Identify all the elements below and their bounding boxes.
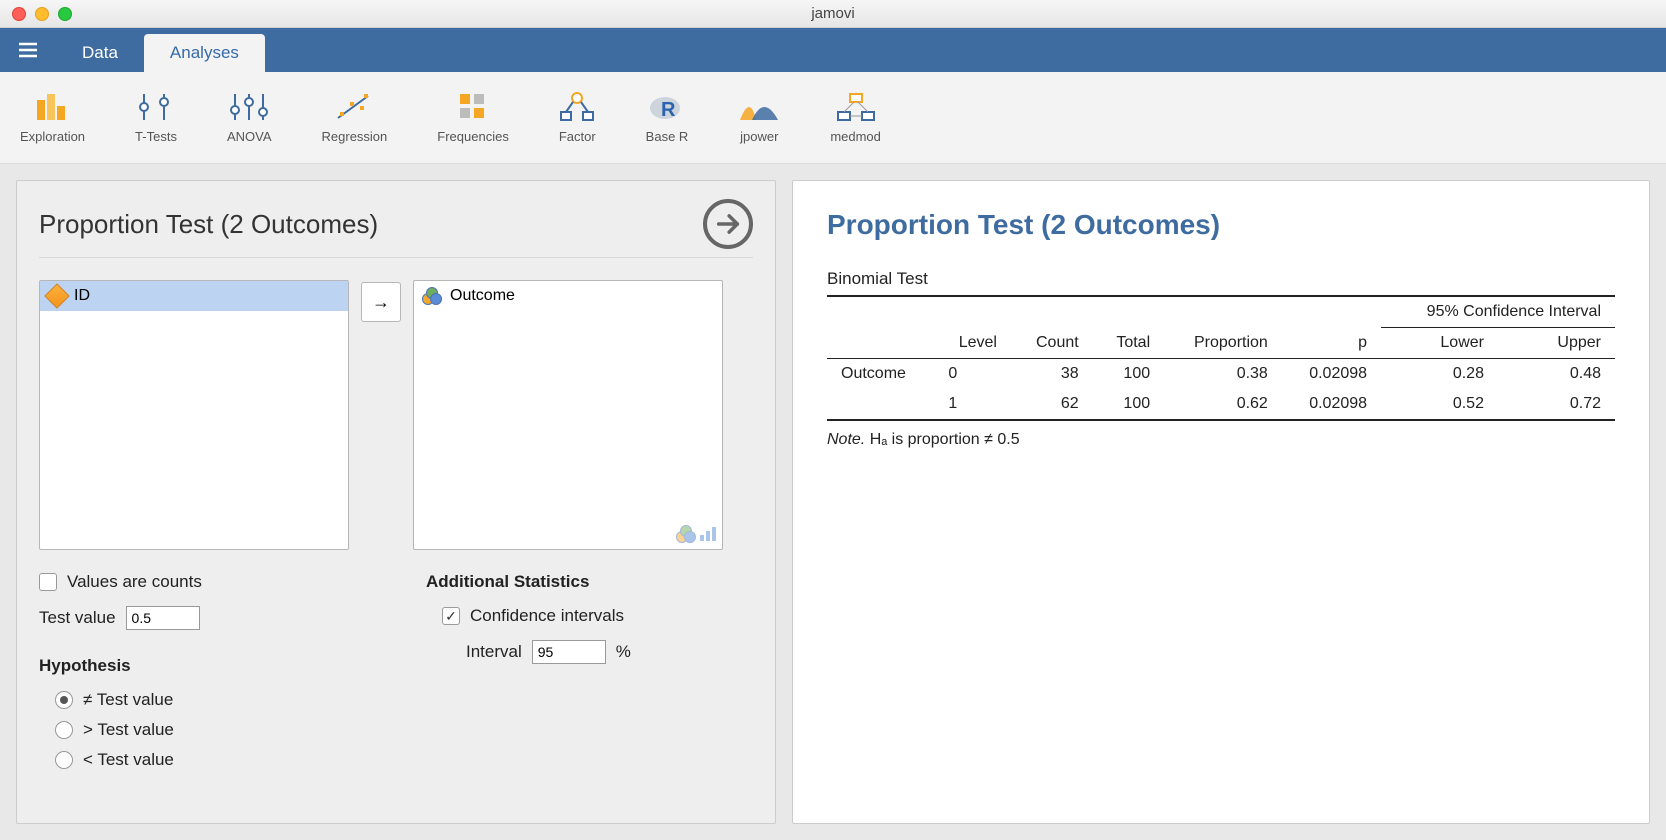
additional-heading: Additional Statistics (426, 572, 753, 592)
row0-lower: 0.28 (1381, 359, 1498, 390)
tab-data[interactable]: Data (56, 34, 144, 72)
hypothesis-ne-label: ≠ Test value (83, 690, 173, 710)
hypothesis-ne-radio[interactable] (55, 691, 73, 709)
row0-p: 0.02098 (1282, 359, 1381, 390)
ci-label: Confidence intervals (470, 606, 624, 626)
row1-p: 0.02098 (1282, 389, 1381, 420)
tool-baser[interactable]: R Base R (646, 91, 689, 144)
tool-medmod[interactable]: medmod (830, 91, 881, 144)
tool-label: Regression (322, 129, 388, 144)
analyses-toolbar: Exploration T-Tests ANOVA Regression Fre… (0, 72, 1666, 164)
interval-input[interactable] (532, 640, 606, 664)
results-panel: Proportion Test (2 Outcomes) Binomial Te… (792, 180, 1650, 824)
interval-suffix: % (616, 642, 631, 662)
values-are-counts-checkbox[interactable] (39, 573, 57, 591)
tool-label: T-Tests (135, 129, 177, 144)
main-tabbar: Data Analyses (0, 28, 1666, 72)
col-p: p (1282, 328, 1381, 359)
svg-text:R: R (661, 99, 676, 121)
interval-label: Interval (466, 642, 522, 662)
variable-label: Outcome (450, 287, 515, 305)
row1-level: 1 (934, 389, 1011, 420)
tool-label: Exploration (20, 129, 85, 144)
jpower-icon (738, 91, 780, 123)
tool-exploration[interactable]: Exploration (20, 91, 85, 144)
results-note: Note. Hₐ is proportion ≠ 0.5 (827, 421, 1615, 449)
col-total: Total (1093, 328, 1164, 359)
tool-label: Base R (646, 129, 689, 144)
options-panel: Proportion Test (2 Outcomes) ID → Outcom… (16, 180, 776, 824)
bars-icon (35, 91, 71, 123)
row0-total: 100 (1093, 359, 1164, 390)
col-lower: Lower (1381, 328, 1498, 359)
col-var (827, 328, 934, 359)
ordinal-icon (700, 525, 716, 541)
frequencies-icon (458, 91, 488, 123)
hypothesis-gt-label: > Test value (83, 720, 174, 740)
row0-var: Outcome (827, 359, 934, 390)
col-count: Count (1011, 328, 1093, 359)
col-level: Level (934, 328, 1011, 359)
nominal-icon (676, 525, 696, 543)
test-value-input[interactable] (126, 606, 200, 630)
menu-icon[interactable] (0, 28, 56, 72)
row1-lower: 0.52 (1381, 389, 1498, 420)
col-upper: Upper (1498, 328, 1615, 359)
hypothesis-heading: Hypothesis (39, 656, 366, 676)
hypothesis-lt-label: < Test value (83, 750, 174, 770)
values-are-counts-label: Values are counts (67, 572, 202, 592)
collapse-button[interactable] (703, 199, 753, 249)
tool-label: Frequencies (437, 129, 509, 144)
tab-analyses[interactable]: Analyses (144, 34, 265, 72)
nominal-icon (422, 287, 442, 305)
ci-checkbox[interactable] (442, 607, 460, 625)
variable-outcome[interactable]: Outcome (414, 281, 722, 311)
accepted-types (676, 525, 716, 543)
factor-icon (559, 91, 595, 123)
titlebar: jamovi (0, 0, 1666, 28)
hypothesis-lt-radio[interactable] (55, 751, 73, 769)
ruler-icon (44, 283, 69, 308)
row1-total: 100 (1093, 389, 1164, 420)
ttests-icon (138, 91, 174, 123)
window-title: jamovi (0, 5, 1666, 22)
medmod-icon (836, 91, 876, 123)
anova-icon (229, 91, 269, 123)
tool-factor[interactable]: Factor (559, 91, 596, 144)
results-title: Proportion Test (2 Outcomes) (827, 209, 1615, 241)
results-table-title: Binomial Test (827, 269, 1615, 289)
row0-prop: 0.38 (1164, 359, 1282, 390)
results-table: 95% Confidence Interval Level Count Tota… (827, 295, 1615, 421)
move-right-button[interactable]: → (361, 282, 401, 322)
test-value-label: Test value (39, 608, 116, 628)
regression-icon (336, 91, 372, 123)
row1-prop: 0.62 (1164, 389, 1282, 420)
row0-count: 38 (1011, 359, 1093, 390)
col-prop: Proportion (1164, 328, 1282, 359)
tool-ttests[interactable]: T-Tests (135, 91, 177, 144)
tool-label: jpower (740, 129, 778, 144)
ci-header: 95% Confidence Interval (1381, 296, 1615, 328)
variable-id[interactable]: ID (40, 281, 348, 311)
row1-count: 62 (1011, 389, 1093, 420)
tool-anova[interactable]: ANOVA (227, 91, 272, 144)
hypothesis-gt-radio[interactable] (55, 721, 73, 739)
tool-jpower[interactable]: jpower (738, 91, 780, 144)
target-variables-box[interactable]: Outcome (413, 280, 723, 550)
tool-label: ANOVA (227, 129, 272, 144)
tool-regression[interactable]: Regression (322, 91, 388, 144)
options-title: Proportion Test (2 Outcomes) (39, 209, 378, 240)
row0-level: 0 (934, 359, 1011, 390)
row1-upper: 0.72 (1498, 389, 1615, 420)
tool-label: medmod (830, 129, 881, 144)
tool-frequencies[interactable]: Frequencies (437, 91, 509, 144)
tool-label: Factor (559, 129, 596, 144)
row1-var (827, 389, 934, 420)
r-icon: R (649, 91, 685, 123)
source-variables-box[interactable]: ID (39, 280, 349, 550)
main-area: Proportion Test (2 Outcomes) ID → Outcom… (0, 164, 1666, 840)
row0-upper: 0.48 (1498, 359, 1615, 390)
variable-label: ID (74, 287, 90, 305)
